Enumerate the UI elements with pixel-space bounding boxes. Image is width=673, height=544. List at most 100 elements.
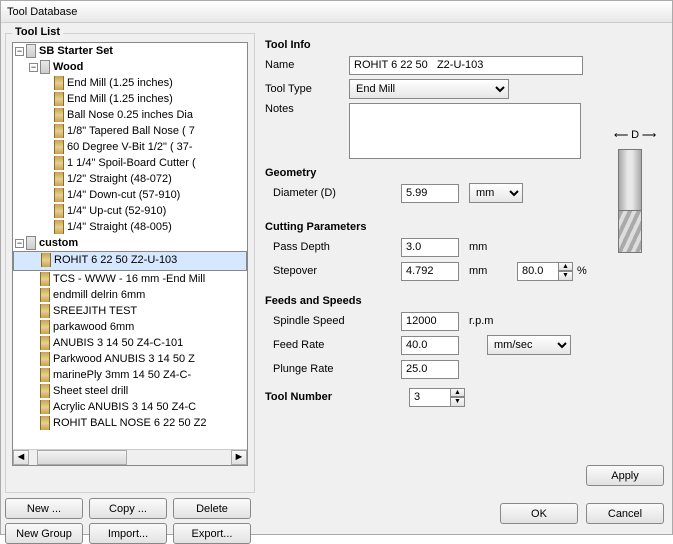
cancel-button[interactable]: Cancel	[586, 503, 664, 524]
scroll-left-icon[interactable]: ◄	[13, 450, 29, 465]
tool-icon	[40, 320, 50, 334]
tree-item[interactable]: 1/8" Tapered Ball Nose ( 7	[13, 123, 247, 139]
tree-item[interactable]: −Wood	[13, 59, 247, 75]
scroll-thumb[interactable]	[37, 450, 127, 465]
new-group-button[interactable]: New Group	[5, 523, 83, 544]
pass-depth-unit: mm	[469, 241, 487, 253]
diameter-label: Diameter (D)	[265, 187, 361, 199]
tool-number-spinner[interactable]: ▲▼	[409, 388, 465, 407]
tool-icon	[54, 156, 64, 170]
apply-button[interactable]: Apply	[586, 465, 664, 486]
minus-icon[interactable]: −	[29, 63, 38, 72]
spindle-unit: r.p.m	[469, 315, 493, 327]
name-label: Name	[265, 59, 349, 71]
tree-item[interactable]: marinePly 3mm 14 50 Z4-C-	[13, 367, 247, 383]
tool-type-label: Tool Type	[265, 83, 349, 95]
tree-item[interactable]: 1/4" Up-cut (52-910)	[13, 203, 247, 219]
tree-item[interactable]: ROHIT BALL NOSE 6 22 50 Z2	[13, 415, 247, 431]
tool-preview-image: ⟵ D ⟶	[596, 143, 666, 253]
tree-item[interactable]: 60 Degree V-Bit 1/2" ( 37-	[13, 139, 247, 155]
tree-item[interactable]: endmill delrin 6mm	[13, 287, 247, 303]
delete-button[interactable]: Delete	[173, 498, 251, 519]
plunge-rate-label: Plunge Rate	[265, 363, 361, 375]
spindle-speed-input[interactable]	[401, 312, 459, 331]
diameter-input[interactable]	[401, 184, 459, 203]
name-input[interactable]	[349, 56, 583, 75]
chevron-up-icon[interactable]: ▲	[559, 262, 573, 272]
pct-symbol: %	[577, 265, 587, 277]
minus-icon[interactable]: −	[15, 239, 24, 248]
tree-item[interactable]: 1 1/4" Spoil-Board Cutter (	[13, 155, 247, 171]
import-button[interactable]: Import...	[89, 523, 167, 544]
tree-item[interactable]: 1/4" Straight (48-005)	[13, 219, 247, 235]
notes-textarea[interactable]	[349, 103, 581, 159]
chevron-down-icon[interactable]: ▼	[559, 271, 573, 281]
tool-icon	[40, 304, 50, 318]
tool-icon	[54, 220, 64, 234]
tool-icon	[54, 108, 64, 122]
tool-number-label: Tool Number	[265, 391, 369, 403]
tree-item[interactable]: TCS - WWW - 16 mm -End Mill	[13, 271, 247, 287]
spindle-speed-label: Spindle Speed	[265, 315, 361, 327]
tree-item[interactable]: −custom	[13, 235, 247, 251]
tree-item[interactable]: 1/2" Straight (48-072)	[13, 171, 247, 187]
rate-unit-select[interactable]: mm/sec	[487, 335, 571, 355]
tool-icon	[54, 92, 64, 106]
tree-item[interactable]: Acrylic ANUBIS 3 14 50 Z4-C	[13, 399, 247, 415]
feed-rate-input[interactable]	[401, 336, 459, 355]
tree-item[interactable]: Sheet steel drill	[13, 383, 247, 399]
new-button[interactable]: New ...	[5, 498, 83, 519]
scroll-right-icon[interactable]: ►	[231, 450, 247, 465]
tree-item[interactable]: 1/4" Down-cut (57-910)	[13, 187, 247, 203]
pass-depth-label: Pass Depth	[265, 241, 361, 253]
tool-info-heading: Tool Info	[265, 39, 664, 51]
tool-icon	[54, 140, 64, 154]
tool-icon	[40, 368, 50, 382]
tree-item[interactable]: Ball Nose 0.25 inches Dia	[13, 107, 247, 123]
tool-icon	[40, 416, 50, 430]
tool-type-select[interactable]: End Mill	[349, 79, 509, 99]
tree-item[interactable]: ROHIT 6 22 50 Z2-U-103	[13, 251, 247, 271]
tree-item[interactable]: Parkwood ANUBIS 3 14 50 Z	[13, 351, 247, 367]
copy-button[interactable]: Copy ...	[89, 498, 167, 519]
chevron-down-icon[interactable]: ▼	[451, 397, 465, 407]
folder-icon	[40, 60, 50, 74]
plunge-rate-input[interactable]	[401, 360, 459, 379]
chevron-up-icon[interactable]: ▲	[451, 388, 465, 398]
tool-icon	[54, 76, 64, 90]
diameter-unit-select[interactable]: mm	[469, 183, 523, 203]
tool-icon	[40, 352, 50, 366]
tool-icon	[40, 400, 50, 414]
tool-icon	[40, 336, 50, 350]
tool-info-panel: Tool Info Name Tool Type End Mill Notes …	[265, 33, 664, 490]
pass-depth-input[interactable]	[401, 238, 459, 257]
stepover-unit: mm	[469, 265, 499, 277]
stepover-pct-spinner[interactable]: ▲▼	[517, 262, 573, 281]
minus-icon[interactable]: −	[15, 47, 24, 56]
folder-icon	[26, 236, 36, 250]
folder-icon	[26, 44, 36, 58]
tool-icon	[40, 384, 50, 398]
tree-hscrollbar[interactable]: ◄ ►	[13, 449, 247, 465]
tool-list-group: Tool List −SB Starter Set−WoodEnd Mill (…	[5, 33, 255, 493]
tree-item[interactable]: ANUBIS 3 14 50 Z4-C-101	[13, 335, 247, 351]
stepover-input[interactable]	[401, 262, 459, 281]
tree-item[interactable]: parkawood 6mm	[13, 319, 247, 335]
tool-icon	[54, 124, 64, 138]
tree-item[interactable]: End Mill (1.25 inches)	[13, 91, 247, 107]
tool-tree[interactable]: −SB Starter Set−WoodEnd Mill (1.25 inche…	[12, 42, 248, 466]
stepover-label: Stepover	[265, 265, 361, 277]
tool-icon	[40, 288, 50, 302]
window-title: Tool Database	[1, 1, 672, 23]
tree-item[interactable]: SREEJITH TEST	[13, 303, 247, 319]
tree-item[interactable]: End Mill (1.25 inches)	[13, 75, 247, 91]
feed-rate-label: Feed Rate	[265, 339, 361, 351]
content-area: Tool List −SB Starter Set−WoodEnd Mill (…	[1, 23, 672, 534]
tool-number-input[interactable]	[409, 388, 451, 407]
stepover-pct-input[interactable]	[517, 262, 559, 281]
tool-database-window: Tool Database Tool List −SB Starter Set−…	[0, 0, 673, 535]
tool-icon	[54, 204, 64, 218]
tree-item[interactable]: −SB Starter Set	[13, 43, 247, 59]
ok-button[interactable]: OK	[500, 503, 578, 524]
export-button[interactable]: Export...	[173, 523, 251, 544]
